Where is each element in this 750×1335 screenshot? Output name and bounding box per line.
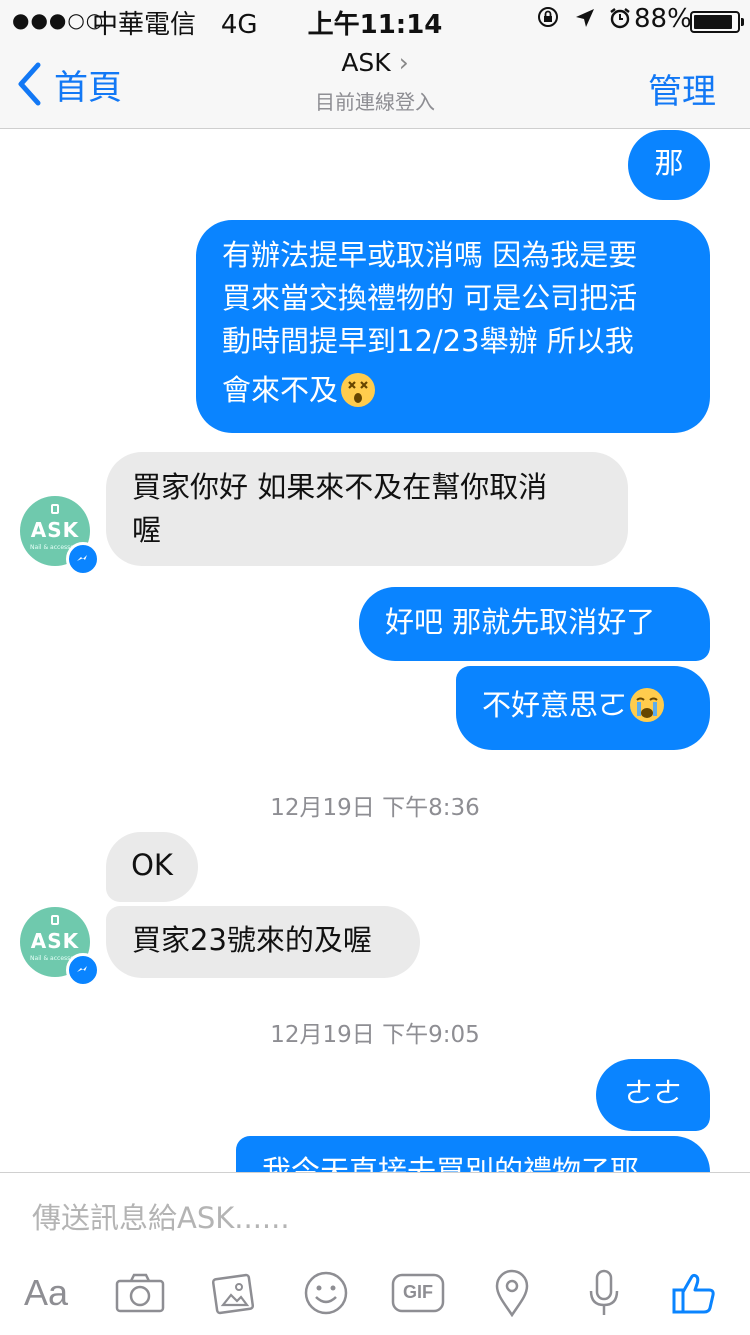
avatar-label: ASK: [30, 929, 80, 953]
voice-button[interactable]: [574, 1265, 634, 1321]
photo-icon: [211, 1273, 255, 1315]
camera-button[interactable]: [110, 1265, 170, 1321]
text-format-button[interactable]: Aa: [16, 1265, 76, 1321]
message-bubble-outgoing[interactable]: 那: [628, 130, 710, 200]
thumbs-up-icon: [672, 1273, 715, 1314]
network-type: 4G: [220, 10, 258, 40]
chevron-right-icon: ›: [398, 48, 409, 77]
status-bar: ●●●○○ 中華電信 4G 上午11:14 88%: [0, 0, 750, 40]
location-button[interactable]: [482, 1265, 542, 1321]
photo-button[interactable]: [204, 1265, 264, 1321]
message-bubble-outgoing[interactable]: 有辦法提早或取消嗎 因為我是要 買來當交換禮物的 可是公司把活 動時間提早到12…: [196, 220, 710, 433]
like-button[interactable]: [664, 1265, 724, 1321]
location-icon: [495, 1269, 529, 1317]
message-line: 動時間提早到12/23舉辦 所以我: [222, 324, 634, 358]
messenger-badge-icon: [66, 953, 100, 987]
message-timestamp: 12月19日 下午8:36: [270, 795, 480, 821]
message-bubble-incoming[interactable]: 買家23號來的及喔: [106, 906, 420, 978]
signal-strength: ●●●○○: [12, 8, 105, 32]
message-bubble-incoming[interactable]: 買家你好 如果來不及在幫你取消 喔: [106, 452, 628, 566]
message-line: 買來當交換禮物的 可是公司把活: [222, 281, 638, 315]
emoji-icon: [304, 1271, 348, 1315]
message-bubble-incoming[interactable]: OK: [106, 832, 198, 902]
message-bubble-outgoing[interactable]: ㄜㄜ: [596, 1059, 710, 1131]
back-button[interactable]: 首頁: [16, 60, 122, 108]
battery-percent: 88%: [634, 4, 692, 34]
message-timestamp: 12月19日 下午9:05: [270, 1022, 480, 1048]
messenger-badge-icon: [66, 542, 100, 576]
contact-avatar[interactable]: ASK Nail & accessory: [20, 907, 100, 987]
gif-label: GIF: [403, 1282, 433, 1302]
nav-bar: 首頁 ASK › 目前連線登入 管理: [0, 40, 750, 129]
message-composer: Aa GIF: [0, 1172, 750, 1335]
message-input[interactable]: [32, 1201, 532, 1235]
alarm-icon: [610, 8, 631, 29]
message-line: 會來不及: [222, 373, 339, 407]
message-bubble-outgoing[interactable]: 好吧 那就先取消好了: [359, 587, 710, 661]
message-line: 有辦法提早或取消嗎 因為我是要: [222, 238, 638, 272]
location-arrow-icon: [575, 9, 594, 27]
message-line: 買家你好 如果來不及在幫你取消: [132, 470, 548, 504]
manage-button[interactable]: 管理: [648, 64, 716, 113]
emoji-button[interactable]: [296, 1265, 356, 1321]
camera-icon: [115, 1273, 165, 1313]
carrier-name: 中華電信 4G: [92, 10, 258, 40]
dizzy-face-emoji-icon: [341, 373, 376, 407]
gif-button[interactable]: GIF: [388, 1265, 448, 1321]
microphone-icon: [589, 1269, 619, 1315]
rotation-lock-icon: [538, 7, 558, 27]
avatar-label: ASK: [30, 518, 80, 542]
contact-avatar[interactable]: ASK Nail & accessory: [20, 496, 100, 576]
message-bubble-outgoing[interactable]: 不好意思ㄛ: [456, 666, 710, 750]
status-icons: [536, 4, 631, 32]
message-line: 喔: [132, 513, 162, 547]
back-label: 首頁: [54, 67, 122, 108]
chevron-left-icon: [18, 62, 41, 106]
battery-icon: [690, 11, 744, 33]
crying-face-emoji-icon: [630, 688, 665, 722]
